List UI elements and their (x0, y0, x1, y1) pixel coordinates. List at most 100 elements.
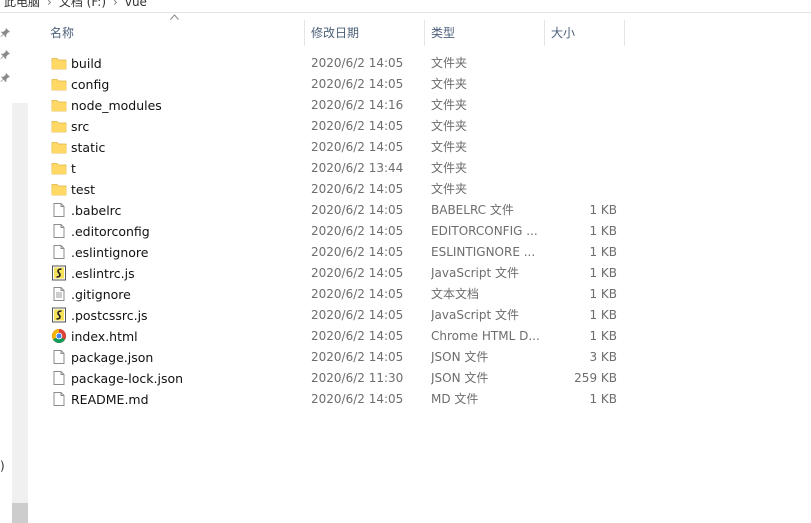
file-row[interactable]: src 2020/6/2 14:05 文件夹 (44, 116, 644, 137)
file-date: 2020/6/2 14:05 (311, 140, 404, 154)
file-row[interactable]: .postcssrc.js 2020/6/2 14:05 JavaScript 文件… (44, 305, 644, 326)
breadcrumb-item-this-pc[interactable]: 此电脑 (4, 0, 40, 9)
file-name[interactable]: index.html (71, 326, 301, 347)
file-name[interactable]: config (71, 74, 301, 95)
pin-icon[interactable] (0, 49, 11, 60)
file-size: 3 KB (589, 350, 617, 364)
file-icon (51, 370, 67, 387)
file-size (545, 116, 617, 137)
file-name[interactable]: .editorconfig (71, 221, 301, 242)
column-header-size[interactable]: 大小 (545, 20, 625, 46)
file-row[interactable]: test 2020/6/2 14:05 文件夹 (44, 179, 644, 200)
text-file-icon (51, 286, 67, 303)
breadcrumb: 此电脑 › 文档 (F:) › vue (0, 0, 811, 13)
file-date: 2020/6/2 14:05 (311, 245, 404, 259)
file-date: 2020/6/2 14:05 (311, 308, 404, 322)
file-icon (51, 391, 67, 408)
file-date: 2020/6/2 14:05 (311, 224, 404, 238)
file-row[interactable]: .babelrc 2020/6/2 14:05 BABELRC 文件 1 KB (44, 200, 644, 221)
file-type: 文件夹 (431, 182, 468, 196)
file-row[interactable]: t 2020/6/2 13:44 文件夹 (44, 158, 644, 179)
file-row[interactable]: build 2020/6/2 14:05 文件夹 (44, 53, 644, 74)
file-row[interactable]: config 2020/6/2 14:05 文件夹 (44, 74, 644, 95)
folder-icon (51, 160, 67, 177)
file-date: 2020/6/2 14:05 (311, 287, 404, 301)
nav-item-partial-label[interactable]: ) (0, 459, 5, 473)
file-type: 文件夹 (431, 56, 468, 70)
nav-scrollbar-thumb[interactable] (12, 503, 28, 523)
file-name[interactable]: package.json (71, 347, 301, 368)
file-type: 文本文档 (431, 287, 480, 301)
file-type: MD 文件 (431, 392, 479, 406)
folder-icon (51, 139, 67, 156)
file-size (545, 95, 617, 116)
file-name[interactable]: .babelrc (71, 200, 301, 221)
file-icon (51, 244, 67, 261)
file-name[interactable]: .gitignore (71, 284, 301, 305)
file-date: 2020/6/2 13:44 (311, 161, 404, 175)
file-row[interactable]: index.html 2020/6/2 14:05 Chrome HTML D...… (44, 326, 644, 347)
file-row[interactable]: node_modules 2020/6/2 14:16 文件夹 (44, 95, 644, 116)
file-name[interactable]: build (71, 53, 301, 74)
file-type: JSON 文件 (431, 371, 489, 385)
pin-icon[interactable] (0, 27, 11, 38)
file-row[interactable]: .gitignore 2020/6/2 14:05 文本文档 1 KB (44, 284, 644, 305)
file-icon (51, 202, 67, 219)
chrome-html-icon (51, 328, 67, 345)
column-header-name[interactable]: 名称 (44, 20, 305, 46)
column-header-row: 名称 修改日期 类型 大小 (44, 14, 644, 46)
file-name[interactable]: static (71, 137, 301, 158)
file-type: JavaScript 文件 (431, 266, 519, 280)
breadcrumb-item-vue[interactable]: vue (125, 0, 147, 9)
file-date: 2020/6/2 14:16 (311, 98, 404, 112)
file-date: 2020/6/2 14:05 (311, 392, 404, 406)
file-row[interactable]: README.md 2020/6/2 14:05 MD 文件 1 KB (44, 389, 644, 410)
file-type: JavaScript 文件 (431, 308, 519, 322)
breadcrumb-item-drive[interactable]: 文档 (F:) (59, 0, 106, 9)
navigation-pane: ) (0, 13, 28, 523)
file-name[interactable]: .eslintrc.js (71, 263, 301, 284)
file-size (545, 53, 617, 74)
file-type: ESLINTIGNORE ... (431, 245, 536, 259)
file-name[interactable]: src (71, 116, 301, 137)
file-name[interactable]: t (71, 158, 301, 179)
column-header-date[interactable]: 修改日期 (305, 20, 425, 46)
file-name[interactable]: test (71, 179, 301, 200)
file-row[interactable]: .eslintignore 2020/6/2 14:05 ESLINTIGNORE … (44, 242, 644, 263)
file-size: 259 KB (574, 371, 617, 385)
file-row[interactable]: static 2020/6/2 14:05 文件夹 (44, 137, 644, 158)
file-icon (51, 223, 67, 240)
file-row[interactable]: .eslintrc.js 2020/6/2 14:05 JavaScript 文件 1… (44, 263, 644, 284)
column-header-type[interactable]: 类型 (425, 20, 545, 46)
file-name[interactable]: package-lock.json (71, 368, 301, 389)
pin-icon[interactable] (0, 72, 11, 83)
file-date: 2020/6/2 14:05 (311, 119, 404, 133)
file-name[interactable]: node_modules (71, 95, 301, 116)
file-size: 1 KB (589, 329, 617, 343)
file-row[interactable]: package-lock.json 2020/6/2 11:30 JSON 文件 25… (44, 368, 644, 389)
file-size: 1 KB (589, 245, 617, 259)
file-date: 2020/6/2 14:05 (311, 77, 404, 91)
file-size: 1 KB (589, 392, 617, 406)
file-name[interactable]: .eslintignore (71, 242, 301, 263)
file-row[interactable]: .editorconfig 2020/6/2 14:05 EDITORCONFIG … (44, 221, 644, 242)
js-file-icon (51, 265, 67, 282)
js-file-icon (51, 307, 67, 324)
file-type: BABELRC 文件 (431, 203, 514, 217)
file-name[interactable]: README.md (71, 389, 301, 410)
file-date: 2020/6/2 14:05 (311, 182, 404, 196)
file-size: 1 KB (589, 308, 617, 322)
folder-icon (51, 118, 67, 135)
file-date: 2020/6/2 14:05 (311, 329, 404, 343)
file-type: 文件夹 (431, 119, 468, 133)
file-name[interactable]: .postcssrc.js (71, 305, 301, 326)
nav-scrollbar[interactable] (12, 103, 28, 523)
file-size: 1 KB (589, 224, 617, 238)
file-type: EDITORCONFIG ... (431, 224, 538, 238)
file-type: 文件夹 (431, 140, 468, 154)
breadcrumb-path: 此电脑 › 文档 (F:) › vue (4, 0, 147, 10)
file-date: 2020/6/2 14:05 (311, 203, 404, 217)
file-size: 1 KB (589, 287, 617, 301)
file-size: 1 KB (589, 266, 617, 280)
file-row[interactable]: package.json 2020/6/2 14:05 JSON 文件 3 KB (44, 347, 644, 368)
